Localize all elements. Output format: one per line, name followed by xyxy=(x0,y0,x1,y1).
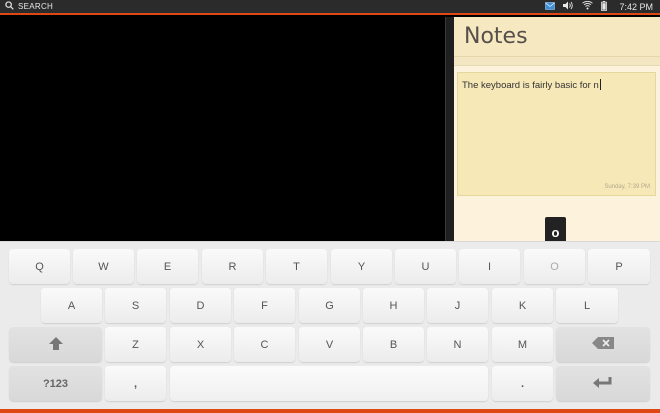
backspace-icon xyxy=(592,337,614,352)
search-icon xyxy=(5,1,14,12)
key-d[interactable]: D xyxy=(170,288,231,323)
key-h[interactable]: H xyxy=(363,288,424,323)
key-x[interactable]: X xyxy=(170,327,231,362)
key-t[interactable]: T xyxy=(266,249,327,284)
key-k[interactable]: K xyxy=(492,288,553,323)
battery-icon[interactable] xyxy=(601,0,608,13)
key-f[interactable]: F xyxy=(234,288,295,323)
shift-arrow-icon xyxy=(48,336,63,353)
note-text: The keyboard is fairly basic for n xyxy=(462,80,599,91)
mail-icon[interactable] xyxy=(545,1,556,12)
status-indicators: 7:42 PM xyxy=(545,0,653,13)
key-e[interactable]: E xyxy=(137,249,198,284)
comma-key[interactable]: , xyxy=(105,366,166,401)
key-w[interactable]: W xyxy=(73,249,134,284)
numbers-key[interactable]: ?123 xyxy=(9,366,102,401)
search-label: SEARCH xyxy=(18,2,54,11)
key-g[interactable]: G xyxy=(299,288,360,323)
on-screen-keyboard: Q W E R T Y U I O P A S D F G H J K L Z … xyxy=(0,241,660,409)
key-y[interactable]: Y xyxy=(331,249,392,284)
key-o[interactable]: O xyxy=(524,249,585,284)
key-p[interactable]: P xyxy=(588,249,650,284)
notes-header-strip xyxy=(454,57,660,66)
key-l[interactable]: L xyxy=(556,288,618,323)
key-m[interactable]: M xyxy=(492,327,553,362)
key-i[interactable]: I xyxy=(459,249,520,284)
space-key[interactable] xyxy=(170,366,488,401)
wifi-icon[interactable] xyxy=(582,0,594,12)
key-z[interactable]: Z xyxy=(105,327,166,362)
key-r[interactable]: R xyxy=(202,249,263,284)
key-n[interactable]: N xyxy=(427,327,488,362)
notes-header: Notes xyxy=(454,17,660,57)
shift-key[interactable] xyxy=(9,327,102,362)
key-s[interactable]: S xyxy=(105,288,166,323)
key-v[interactable]: V xyxy=(299,327,360,362)
period-key[interactable]: . xyxy=(492,366,553,401)
key-j[interactable]: J xyxy=(427,288,488,323)
note-timestamp: Sunday, 7:39 PM xyxy=(604,184,650,190)
bottom-accent-bar xyxy=(0,409,660,413)
key-u[interactable]: U xyxy=(395,249,456,284)
search-button[interactable]: SEARCH xyxy=(5,1,53,12)
clock-time[interactable]: 7:42 PM xyxy=(619,2,653,12)
main-app-area xyxy=(0,17,445,241)
key-q[interactable]: Q xyxy=(9,249,70,284)
key-b[interactable]: B xyxy=(363,327,424,362)
enter-key[interactable] xyxy=(556,366,650,401)
text-cursor xyxy=(599,79,601,90)
tablet-screen: SEARCH 7:42 PM Notes The keyboard is fai… xyxy=(0,0,660,413)
note-card[interactable]: The keyboard is fairly basic for n Sunda… xyxy=(457,72,656,196)
note-text-editor[interactable]: The keyboard is fairly basic for n xyxy=(462,79,601,91)
enter-icon xyxy=(593,376,613,392)
side-stage-handle[interactable] xyxy=(445,17,454,241)
backspace-key[interactable] xyxy=(556,327,650,362)
top-status-bar: SEARCH 7:42 PM xyxy=(0,0,660,15)
volume-icon[interactable] xyxy=(563,1,574,12)
notes-app: Notes The keyboard is fairly basic for n… xyxy=(454,17,660,241)
key-c[interactable]: C xyxy=(234,327,295,362)
page-title: Notes xyxy=(464,24,528,49)
key-a[interactable]: A xyxy=(41,288,102,323)
